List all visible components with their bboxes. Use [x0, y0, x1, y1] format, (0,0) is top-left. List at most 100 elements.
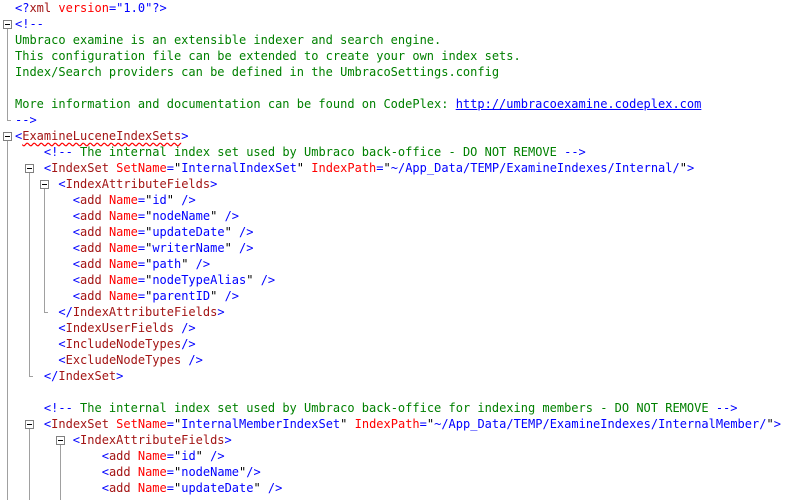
code-token: = — [137, 241, 146, 255]
code-line-text: <add Name="nodeName"/> — [15, 464, 261, 480]
code-token: > — [116, 369, 124, 383]
code-line-text: <add Name="nodeTypeAlias" /> — [15, 272, 275, 288]
code-line[interactable] — [0, 80, 800, 96]
code-token: /> — [253, 273, 276, 287]
code-line-text: <IndexUserFields /> — [15, 320, 195, 336]
code-line-text: Umbraco examine is an extensible indexer… — [15, 32, 441, 48]
code-token: </ — [58, 305, 73, 319]
code-token: > — [224, 433, 232, 447]
code-line[interactable]: This configuration file can be extended … — [0, 48, 800, 64]
code-token: < — [58, 177, 66, 191]
code-token: ~/App_Data/TEMP/ExamineIndexes/Internal/ — [390, 161, 680, 175]
code-line[interactable]: Umbraco examine is an extensible indexer… — [0, 32, 800, 48]
code-token: --> — [15, 113, 37, 127]
code-line[interactable]: <add Name="updateDate" /> — [0, 480, 800, 496]
code-token: = — [137, 193, 146, 207]
code-line[interactable]: <ExamineLuceneIndexSets> — [0, 128, 800, 144]
code-line[interactable]: <add Name="path" /> — [0, 256, 800, 272]
code-token: > — [210, 177, 218, 191]
code-token: Name — [130, 449, 167, 463]
code-token: " — [224, 225, 232, 239]
code-token: </ — [43, 369, 59, 383]
code-line-text: <add Name="id" /> — [15, 448, 225, 464]
code-token: add — [108, 465, 131, 479]
code-token: /> — [231, 241, 254, 255]
code-line[interactable]: <!-- The internal index set used by Umbr… — [0, 144, 800, 160]
code-token: InternalIndexSet — [181, 161, 297, 175]
code-line[interactable]: <IndexSet SetName="InternalMemberIndexSe… — [0, 416, 800, 432]
code-token: add — [108, 449, 131, 463]
code-token: nodeName — [181, 465, 240, 479]
code-token: /> — [217, 289, 240, 303]
code-line[interactable]: <add Name="nodeTypeAlias" /> — [0, 272, 800, 288]
code-line[interactable]: <IncludeNodeTypes/> — [0, 336, 800, 352]
code-token: add — [80, 257, 102, 271]
code-line[interactable]: <!-- The internal index set used by Umbr… — [0, 400, 800, 416]
code-token: ~/App_Data/TEMP/ExamineIndexes/InternalM… — [434, 417, 767, 431]
code-line[interactable]: <add Name="parentID" /> — [0, 288, 800, 304]
code-token: The internal index set used by Umbraco b… — [72, 145, 565, 159]
code-line-text: <IndexAttributeFields> — [15, 176, 217, 192]
code-token: /> — [231, 225, 254, 239]
code-line-text: <IndexSet SetName="InternalMemberIndexSe… — [15, 416, 781, 432]
code-token: parentID — [152, 289, 211, 303]
code-token: /> — [217, 209, 240, 223]
code-line[interactable]: <add Name="nodeName" /> — [0, 208, 800, 224]
code-token: updateDate — [181, 481, 254, 495]
code-line[interactable]: <IndexSet SetName="InternalIndexSet" Ind… — [0, 160, 800, 176]
code-line-text: <?xml version="1.0"?> — [15, 0, 167, 16]
code-line[interactable]: More information and documentation can b… — [0, 96, 800, 112]
code-token: " — [195, 449, 203, 463]
code-line[interactable]: <add Name="writerName" /> — [0, 240, 800, 256]
code-editor[interactable]: <?xml version="1.0"?> <!-- Umbraco examine… — [0, 0, 800, 500]
code-line-text: <add Name="parentID" /> — [15, 288, 239, 304]
code-line[interactable] — [0, 384, 800, 400]
code-line[interactable]: <add Name="updateDate" /> — [0, 224, 800, 240]
code-token: /> — [188, 257, 211, 271]
code-token: add — [108, 481, 131, 495]
code-line[interactable]: <IndexUserFields /> — [0, 320, 800, 336]
code-token: " — [296, 161, 305, 175]
code-line[interactable]: <add Name="id" /> — [0, 192, 800, 208]
code-line[interactable]: <add Name="nodeName"/> — [0, 464, 800, 480]
code-line[interactable]: </IndexAttributeFields> — [0, 304, 800, 320]
code-token: SetName — [108, 161, 167, 175]
code-token: Name — [101, 209, 138, 223]
code-token: IndexSet — [51, 161, 109, 175]
code-token: ExamineLuceneIndexSets — [22, 129, 182, 143]
code-line[interactable]: Index/Search providers can be defined in… — [0, 64, 800, 80]
code-token: = — [166, 481, 174, 495]
code-line[interactable]: <add Name="id" /> — [0, 448, 800, 464]
code-token: < — [72, 433, 81, 447]
code-line[interactable]: <IndexAttributeFields> — [0, 176, 800, 192]
hyperlink[interactable]: http://umbracoexamine.codeplex.com — [456, 97, 702, 111]
code-token: < — [58, 321, 66, 335]
code-line-text: This configuration file can be extended … — [15, 48, 521, 64]
code-line[interactable]: <?xml version="1.0"?> — [0, 0, 800, 16]
code-token: < — [72, 209, 81, 223]
code-line[interactable]: <ExcludeNodeTypes /> — [0, 352, 800, 368]
code-line-text: <!-- The internal index set used by Umbr… — [15, 144, 586, 160]
code-token: IndexPath — [304, 161, 377, 175]
code-token: > — [773, 417, 781, 431]
code-token: " — [166, 193, 174, 207]
code-token: > — [686, 161, 695, 175]
code-line-text: Index/Search providers can be defined in… — [15, 64, 499, 80]
code-line[interactable]: <IndexAttributeFields> — [0, 432, 800, 448]
code-token: IndexSet — [58, 369, 117, 383]
code-line[interactable]: <!-- — [0, 16, 800, 32]
code-token: add — [80, 225, 102, 239]
code-token: /> — [174, 193, 196, 207]
code-line-text: <!-- The internal index set used by Umbr… — [15, 400, 738, 416]
code-token: ExcludeNodeTypes — [65, 353, 182, 367]
code-line[interactable]: --> — [0, 112, 800, 128]
code-token: IncludeNodeTypes — [65, 337, 182, 351]
code-token: < — [72, 273, 81, 287]
code-token: add — [80, 273, 102, 287]
code-line[interactable]: </IndexSet> — [0, 368, 800, 384]
